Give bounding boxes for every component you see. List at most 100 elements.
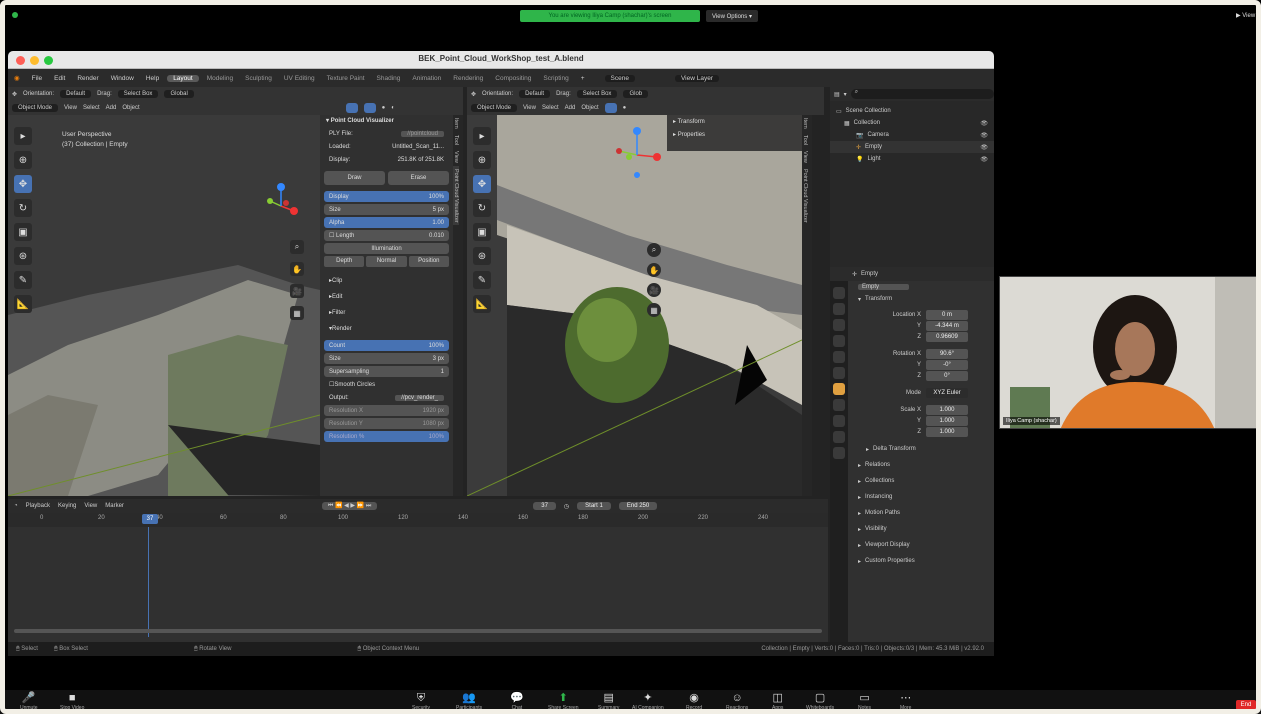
menu-add-right[interactable]: Add	[565, 105, 576, 111]
transform-section-right[interactable]: ▸ Transform	[667, 115, 802, 128]
pan-icon[interactable]: ✋	[290, 262, 304, 276]
visibility-eye-icon-4[interactable]: 👁	[980, 156, 988, 163]
view-layer-tab-icon[interactable]	[833, 335, 845, 347]
illumination-button[interactable]: Illumination	[324, 243, 449, 254]
menu-view[interactable]: View	[64, 105, 77, 111]
visibility-section[interactable]: ▸ Visibility	[850, 523, 994, 535]
navigation-gizmo-icon[interactable]	[256, 181, 306, 231]
zoom-toolbar-video-icon[interactable]: ■ Stop Video	[60, 692, 84, 711]
measure-tool-icon[interactable]: 📐	[14, 295, 32, 313]
outliner-row-scene-collection[interactable]: ▭ Scene Collection	[830, 105, 994, 117]
world-tab-icon[interactable]	[833, 367, 845, 379]
relations-section[interactable]: ▸ Relations	[850, 459, 994, 471]
filter-icon[interactable]: ▾	[844, 91, 847, 98]
playback-menu[interactable]: Playback	[26, 503, 50, 509]
camera-view-icon[interactable]: 🎥	[290, 284, 304, 298]
scene-selector[interactable]: Scene	[604, 74, 635, 82]
tab-uv-editing[interactable]: UV Editing	[278, 75, 321, 82]
outliner-row-empty[interactable]: ✛ Empty 👁	[830, 141, 994, 153]
tab-item[interactable]: Item	[453, 115, 459, 132]
tab-animation[interactable]: Animation	[406, 75, 447, 82]
scale-z-field[interactable]: 1.000	[926, 426, 968, 437]
zoom-toolbar-mute-icon[interactable]: 🎤 Unmute	[20, 692, 38, 711]
clock-icon[interactable]: ◷	[564, 503, 569, 510]
menu-edit[interactable]: Edit	[48, 75, 71, 82]
resolution-y-field[interactable]: Resolution Y 1080 px	[324, 418, 449, 429]
object-tab-icon[interactable]	[833, 383, 845, 395]
zoom-toolbar-participants-icon[interactable]: 👥 Participants	[456, 692, 482, 711]
scene-tab-icon[interactable]	[833, 351, 845, 363]
drag-dropdown[interactable]: Select Box	[117, 90, 159, 98]
rotation-mode-dropdown[interactable]: XYZ Euler	[926, 387, 968, 398]
rotate-tool-icon-right[interactable]: ↻	[473, 199, 491, 217]
menu-object[interactable]: Object	[122, 105, 139, 111]
shading-solid-icon-right[interactable]: ●	[623, 105, 627, 111]
participant-video[interactable]: Iliya Camp (shachar)	[999, 276, 1261, 429]
ply-file-field[interactable]: //pointcloud	[401, 130, 444, 137]
overlay-toggle[interactable]	[363, 103, 376, 113]
pan-icon-right[interactable]: ✋	[647, 263, 661, 277]
normal-button[interactable]: Normal	[366, 256, 407, 267]
tab-tool[interactable]: Tool	[453, 132, 459, 148]
tab-point-cloud-visualizer-right[interactable]: Point Cloud Visualizer	[802, 166, 808, 226]
camera-view-icon-right[interactable]: 🎥	[647, 283, 661, 297]
menu-add[interactable]: Add	[106, 105, 117, 111]
transform-gizmo-icon[interactable]: ✥	[12, 91, 17, 98]
tab-item-right[interactable]: Item	[802, 115, 808, 132]
timeline-scrollbar[interactable]	[14, 629, 822, 633]
location-z-field[interactable]: 0.96609	[926, 331, 968, 342]
position-button[interactable]: Position	[408, 256, 449, 267]
zoom-toolbar-share-screen-icon[interactable]: ⬆ Share Screen	[548, 692, 579, 711]
outliner-row-camera[interactable]: 📷 Camera 👁	[830, 129, 994, 141]
viewport-display-section[interactable]: ▸ Viewport Display	[850, 539, 994, 551]
timeline-editor-icon[interactable]: ◔	[14, 503, 18, 509]
erase-button[interactable]: Erase	[388, 171, 449, 185]
render-tab-icon[interactable]	[833, 303, 845, 315]
keying-menu[interactable]: Keying	[58, 503, 76, 509]
supersampling-field[interactable]: Supersampling 1	[324, 366, 449, 377]
end-meeting-button[interactable]: End	[1236, 700, 1256, 710]
tool-tab-icon[interactable]	[833, 287, 845, 299]
zoom-toolbar-reactions-icon[interactable]: ☺ Reactions	[726, 692, 748, 711]
view-layer-selector[interactable]: View Layer	[674, 74, 719, 82]
display-slider[interactable]: Display 100%	[324, 191, 449, 202]
shading-solid-icon[interactable]: ●	[382, 105, 386, 111]
zoom-toolbar-ai-companion-icon[interactable]: ✦ AI Companion	[632, 692, 664, 711]
count-slider[interactable]: Count 100%	[324, 340, 449, 351]
transform-tool-icon[interactable]: ⊛	[14, 247, 32, 265]
shading-material-icon[interactable]: ◐	[391, 105, 395, 111]
zoom-toolbar-record-icon[interactable]: ◉ Record	[686, 692, 702, 711]
scale-tool-icon-right[interactable]: ▣	[473, 223, 491, 241]
zoom-toolbar-security-icon[interactable]: ⛨ Security	[412, 692, 430, 711]
move-tool-icon[interactable]: ✥	[14, 175, 32, 193]
current-frame-field[interactable]: 37	[533, 502, 556, 510]
tab-view[interactable]: View	[453, 148, 459, 166]
orientation-dropdown[interactable]: Default	[60, 90, 92, 98]
object-name-row[interactable]: Empty	[850, 281, 994, 293]
right-3d-viewport[interactable]: ▸ ⊕ ✥ ↻ ▣ ⊛ ✎ 📐 ⌕ ✋ 🎥 ▦ ▸ Transform ▸ Pr…	[467, 115, 802, 496]
timeline-view-menu[interactable]: View	[84, 503, 97, 509]
properties-section-right[interactable]: ▸ Properties	[667, 128, 802, 141]
rotation-z-field[interactable]: 0°	[926, 370, 968, 381]
tab-shading[interactable]: Shading	[371, 75, 407, 82]
menu-select[interactable]: Select	[83, 105, 100, 111]
edit-section[interactable]: ▸ Edit	[324, 291, 449, 302]
global-dropdown-right[interactable]: Glob	[623, 90, 649, 98]
orientation-dropdown-right[interactable]: Default	[519, 90, 551, 98]
visibility-eye-icon-3[interactable]: 👁	[980, 144, 988, 151]
blender-logo-icon[interactable]: ◉	[8, 74, 26, 82]
global-dropdown[interactable]: Global	[164, 90, 194, 98]
transform-tool-icon-right[interactable]: ⊛	[473, 247, 491, 265]
tab-tool-right[interactable]: Tool	[802, 132, 808, 148]
tab-point-cloud-visualizer[interactable]: Point Cloud Visualizer	[453, 165, 459, 226]
left-3d-viewport[interactable]: ▸ ⊕ ✥ ↻ ▣ ⊛ ✎ 📐 User Perspective (37) Co…	[8, 115, 320, 496]
select-tool-icon-right[interactable]: ▸	[473, 127, 491, 145]
zoom-toolbar-more-icon[interactable]: ⋯ More	[900, 692, 911, 711]
move-tool-icon-right[interactable]: ✥	[473, 175, 491, 193]
collections-section[interactable]: ▸ Collections	[850, 475, 994, 487]
draw-button[interactable]: Draw	[324, 171, 385, 185]
location-x-field[interactable]: 0 m	[926, 309, 968, 320]
navigation-gizmo-icon-right[interactable]	[607, 125, 667, 185]
menu-view-right[interactable]: View	[523, 105, 536, 111]
zoom-toolbar-whiteboards-icon[interactable]: ▢ Whiteboards	[806, 692, 834, 711]
